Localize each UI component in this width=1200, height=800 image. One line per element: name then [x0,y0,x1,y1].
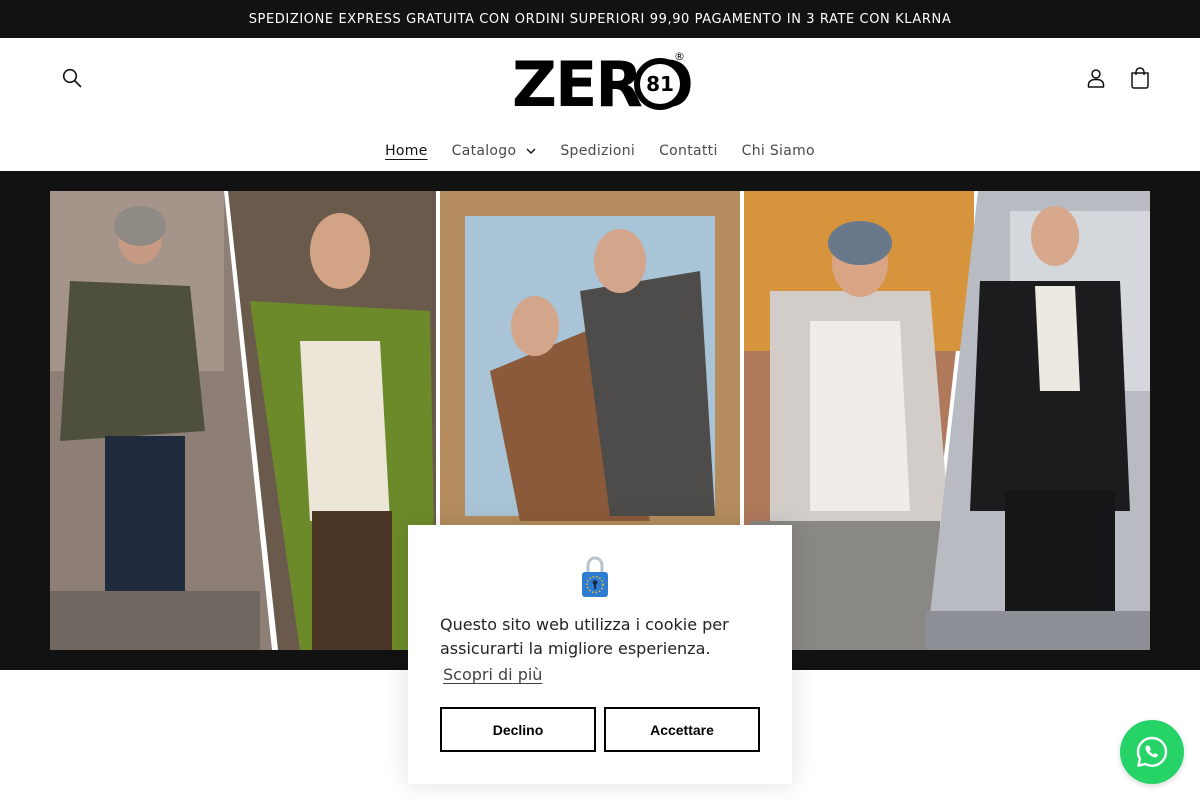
nav-spedizioni[interactable]: Spedizioni [548,143,647,159]
whatsapp-button[interactable] [1120,720,1184,784]
nav-contatti[interactable]: Contatti [647,143,730,159]
search-icon [62,68,82,88]
cookie-consent-dialog: Questo sito web utilizza i cookie per as… [408,525,792,784]
svg-text:81: 81 [646,72,674,96]
learn-more-link[interactable]: Scopri di più [443,665,542,684]
user-icon [1087,69,1105,88]
account-button[interactable] [1076,58,1116,98]
main-nav: Home Catalogo Spedizioni Contatti Chi Si… [0,134,1200,168]
announcement-bar: SPEDIZIONE EXPRESS GRATUITA CON ORDINI S… [0,0,1200,38]
whatsapp-icon [1136,736,1168,767]
cart-button[interactable] [1120,58,1160,98]
decline-button[interactable]: Declino [440,707,596,752]
search-button[interactable] [52,58,92,98]
bag-icon [1131,67,1149,89]
site-logo[interactable]: ZERO 81 ® [500,44,700,121]
svg-text:®: ® [674,50,685,63]
nav-home[interactable]: Home [373,143,440,159]
chevron-down-icon [526,148,536,154]
site-header: ZERO 81 ® Home Catalogo Spedizioni Conta… [0,38,1200,171]
announcement-text: SPEDIZIONE EXPRESS GRATUITA CON ORDINI S… [248,11,952,27]
nav-catalogo[interactable]: Catalogo [440,143,549,159]
eu-lock-icon [582,556,608,597]
accept-button[interactable]: Accettare [604,707,760,752]
cookie-message: Questo sito web utilizza i cookie per as… [440,615,729,658]
nav-chi-siamo[interactable]: Chi Siamo [730,143,827,159]
